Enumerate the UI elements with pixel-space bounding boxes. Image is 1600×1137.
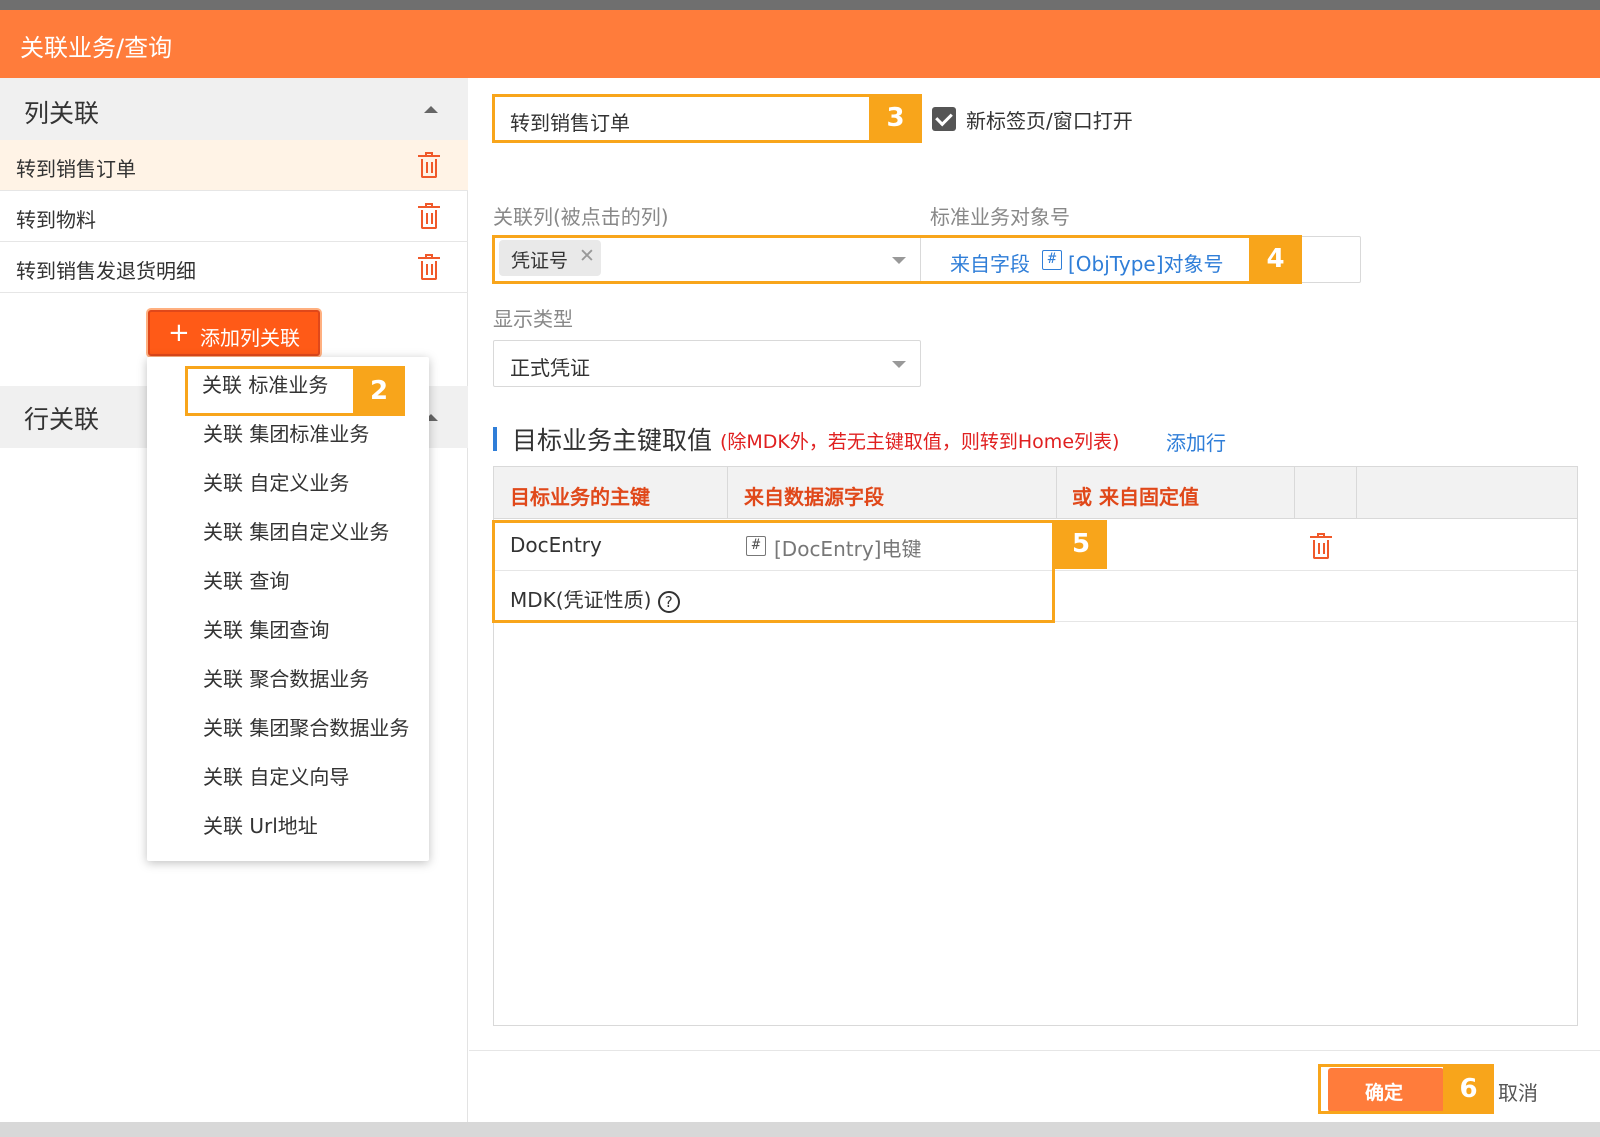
key-section-title: 目标业务主键取值 [512,426,713,455]
callout-box-3 [492,94,922,143]
column-link-item-label: 转到销售订单 [16,157,136,181]
display-type-select[interactable]: 正式凭证 [493,340,921,387]
menu-item-url[interactable]: 关联 Url地址 [203,810,318,839]
column-header: 来自数据源字段 [744,485,884,509]
callout-box-5 [492,520,1055,623]
menu-item-custom-business[interactable]: 关联 自定义业务 [203,467,349,496]
column-link-section-header[interactable]: 列关联 [0,78,468,140]
footer-divider [469,1050,1600,1051]
column-header: 或 来自固定值 [1072,485,1199,509]
add-link-type-menu: 关联 标准业务 关联 集团标准业务 关联 自定义业务 关联 集团自定义业务 关联… [147,357,429,861]
callout-box-4 [492,235,1302,284]
add-row-link[interactable]: 添加行 [1166,427,1226,456]
menu-item-group-custom-business[interactable]: 关联 集团自定义业务 [203,516,389,545]
callout-badge-6: 6 [1443,1064,1494,1114]
column-link-item[interactable]: 转到销售发退货明细 [0,242,468,293]
key-section-note: (除MDK外，若无主键取值，则转到Home列表) [720,431,1120,453]
section-accent-bar [493,427,497,451]
trash-icon[interactable] [1310,533,1332,559]
new-tab-checkbox[interactable] [932,107,956,131]
background-strip [0,1122,1600,1137]
link-column-label: 关联列(被点击的列) [493,205,669,229]
window-top-edge [0,0,1600,10]
callout-badge-5: 5 [1055,520,1107,569]
menu-item-aggregate-data-business[interactable]: 关联 聚合数据业务 [203,663,369,692]
table-header: 目标业务的主键 来自数据源字段 或 来自固定值 [494,467,1577,519]
add-column-link-label: 添加列关联 [200,326,300,350]
column-link-item-label: 转到销售发退货明细 [16,259,196,283]
trash-icon[interactable] [418,152,440,178]
menu-item-group-aggregate-data-business[interactable]: 关联 集团聚合数据业务 [203,712,409,741]
collapse-caret-icon[interactable] [424,106,438,113]
display-type-label: 显示类型 [493,307,573,331]
callout-badge-3: 3 [869,94,922,143]
column-link-item[interactable]: 转到销售订单 [0,140,468,191]
dialog-title: 关联业务/查询 [20,34,173,62]
callout-badge-4: 4 [1249,235,1302,284]
menu-item-custom-wizard[interactable]: 关联 自定义向导 [203,761,349,790]
display-type-value: 正式凭证 [510,356,590,380]
column-link-section-label: 列关联 [24,99,100,128]
menu-item-group-standard-business[interactable]: 关联 集团标准业务 [203,418,369,447]
add-column-link-button[interactable]: + 添加列关联 [148,310,320,356]
trash-icon[interactable] [418,254,440,280]
dialog-header: 关联业务/查询 [0,10,1600,78]
column-link-item-label: 转到物料 [16,208,96,232]
dropdown-caret-icon [892,361,906,368]
callout-badge-2: 2 [353,366,405,416]
cancel-button[interactable]: 取消 [1498,1077,1538,1106]
trash-icon[interactable] [418,203,440,229]
menu-item-query[interactable]: 关联 查询 [203,565,289,594]
menu-item-group-query[interactable]: 关联 集团查询 [203,614,329,643]
new-tab-label: 新标签页/窗口打开 [966,109,1133,133]
row-link-section-label: 行关联 [24,405,100,434]
target-object-label: 标准业务对象号 [930,205,1070,229]
plus-icon: + [168,318,190,348]
column-header: 目标业务的主键 [510,485,650,509]
column-link-item[interactable]: 转到物料 [0,191,468,242]
